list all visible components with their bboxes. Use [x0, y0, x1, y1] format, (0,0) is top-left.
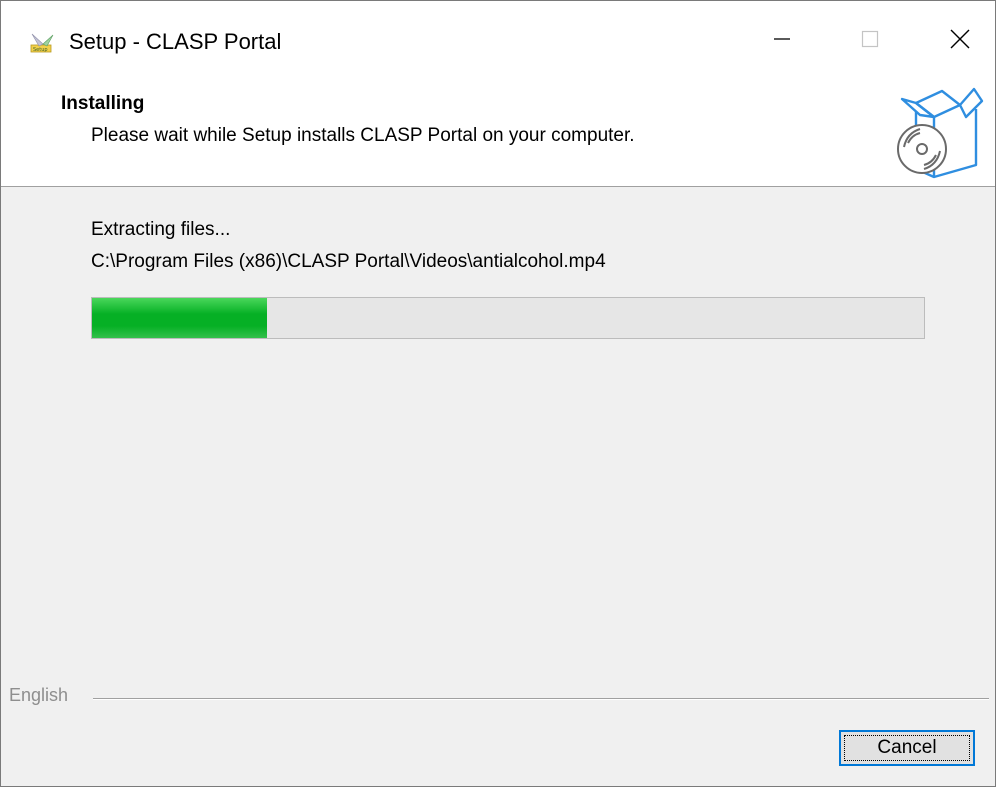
maximize-button [837, 1, 903, 81]
minimize-icon [772, 29, 792, 54]
footer-divider [93, 698, 989, 700]
title-bar[interactable]: Setup Setup - CLASP Portal [1, 1, 995, 81]
status-label: Extracting files... [91, 219, 231, 240]
box-disc-icon [894, 81, 990, 181]
page-title: Installing [61, 93, 145, 114]
install-progress-bar [91, 297, 925, 339]
current-file-path: C:\Program Files (x86)\CLASP Portal\Vide… [91, 251, 606, 272]
window-title: Setup - CLASP Portal [69, 29, 282, 54]
language-label: English [9, 685, 69, 705]
setup-icon: Setup [29, 31, 55, 53]
progress-fill [92, 298, 267, 338]
close-icon [949, 28, 971, 55]
cancel-button[interactable]: Cancel [839, 730, 975, 766]
cancel-button-label: Cancel [877, 737, 937, 758]
minimize-button[interactable] [749, 1, 815, 81]
page-description: Please wait while Setup installs CLASP P… [91, 125, 635, 146]
maximize-icon [860, 29, 880, 54]
wizard-header: Installing Please wait while Setup insta… [1, 81, 995, 187]
close-button[interactable] [927, 1, 993, 81]
setup-window: Setup Setup - CLASP Portal Installing Pl… [0, 0, 996, 787]
svg-text:Setup: Setup [33, 47, 48, 53]
